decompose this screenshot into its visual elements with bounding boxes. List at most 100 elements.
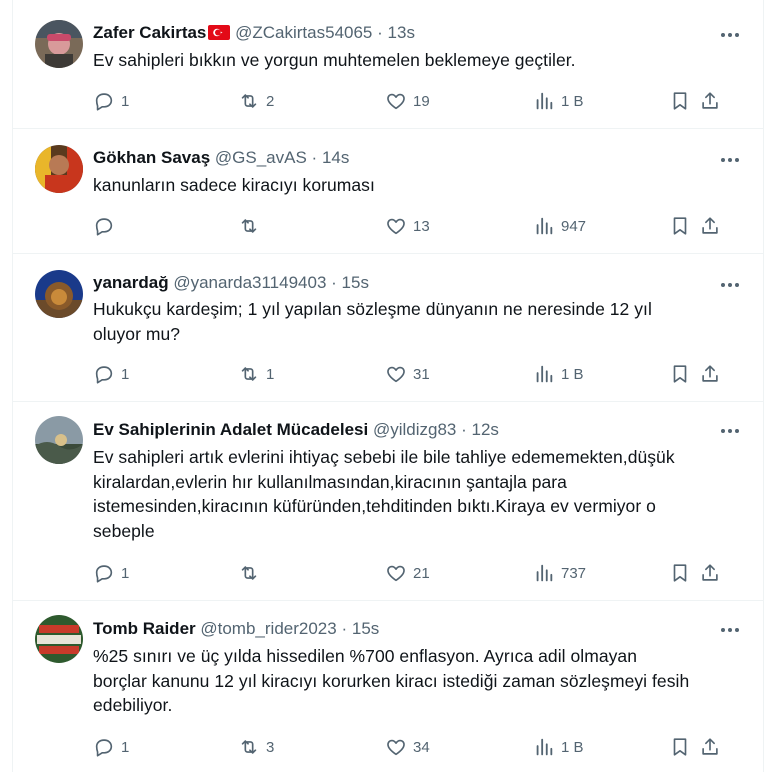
avatar-image — [35, 416, 83, 464]
tweet-text-line: oluyor mu? — [93, 323, 181, 344]
retweet-button[interactable]: 2 — [238, 89, 274, 113]
display-name[interactable]: Zafer Cakirtas — [93, 23, 206, 42]
separator-dot: · — [461, 420, 467, 439]
separator-dot: · — [311, 148, 318, 167]
bookmark-button[interactable] — [669, 561, 691, 585]
user-handle[interactable]: @GS_avAS — [215, 148, 307, 167]
bookmark-button[interactable] — [669, 735, 691, 759]
view-count: 1 B — [561, 92, 584, 110]
more-options-icon[interactable] — [719, 619, 741, 641]
like-button[interactable]: 13 — [385, 214, 430, 238]
reply-button[interactable]: 1 — [93, 735, 129, 759]
avatar[interactable] — [35, 615, 83, 663]
views-chart-icon — [536, 564, 553, 582]
reply-count: 1 — [121, 365, 130, 383]
avatar[interactable] — [35, 270, 83, 318]
retweet-icon — [241, 740, 257, 754]
display-name[interactable]: Gökhan Savaş — [93, 148, 210, 167]
share-button[interactable] — [699, 362, 721, 386]
user-handle[interactable]: @yanarda31149403 — [173, 273, 326, 292]
display-name[interactable]: yanardağ — [93, 273, 169, 292]
display-name[interactable]: Tomb Raider — [93, 619, 196, 638]
view-count: 1 B — [561, 365, 584, 383]
like-button[interactable]: 31 — [385, 362, 430, 386]
timestamp[interactable]: 12s — [472, 420, 499, 439]
share-icon — [702, 365, 718, 382]
tweet[interactable]: Zafer Cakirtas @ZCakirtas54065 · 13s Ev … — [13, 4, 763, 129]
share-button[interactable] — [699, 735, 721, 759]
views-button[interactable]: 1 B — [533, 362, 584, 386]
tweet[interactable]: yanardağ @yanarda31149403 · 15s Hukukçu … — [13, 254, 763, 402]
reply-button[interactable]: 1 — [93, 362, 129, 386]
reply-icon — [95, 739, 113, 757]
retweet-icon — [241, 367, 257, 381]
retweet-button[interactable]: 1 — [238, 362, 274, 386]
bookmark-icon — [673, 564, 687, 582]
tweet-text: %25 sınırı ve üç yılda hissedilen %700 e… — [93, 644, 733, 718]
like-button[interactable]: 21 — [385, 561, 430, 585]
more-options-icon[interactable] — [719, 274, 741, 296]
more-options-icon[interactable] — [719, 24, 741, 46]
more-options-icon[interactable] — [719, 149, 741, 171]
like-button[interactable]: 19 — [385, 89, 430, 113]
like-count: 13 — [413, 217, 430, 235]
share-button[interactable] — [699, 89, 721, 113]
tweet[interactable]: Ev Sahiplerinin Adalet Mücadelesi @yildi… — [13, 402, 763, 601]
reply-button[interactable] — [93, 214, 121, 238]
timestamp[interactable]: 13s — [388, 23, 415, 42]
separator-dot: · — [341, 619, 348, 638]
share-button[interactable] — [699, 214, 721, 238]
share-button[interactable] — [699, 561, 721, 585]
retweet-icon — [241, 566, 257, 580]
bookmark-button[interactable] — [669, 214, 691, 238]
like-count: 19 — [413, 92, 430, 110]
user-handle[interactable]: @yildizg83 — [373, 420, 456, 439]
avatar[interactable] — [35, 20, 83, 68]
reply-count: 1 — [121, 92, 130, 110]
share-icon — [702, 217, 718, 234]
views-button[interactable]: 1 B — [533, 89, 584, 113]
tweet-actions: 1 21 737 — [93, 561, 743, 585]
retweet-button[interactable] — [238, 561, 266, 585]
views-button[interactable]: 737 — [533, 561, 586, 585]
display-name[interactable]: Ev Sahiplerinin Adalet Mücadelesi — [93, 420, 368, 439]
reply-button[interactable]: 1 — [93, 89, 129, 113]
retweet-button[interactable]: 3 — [238, 735, 274, 759]
avatar-image — [35, 270, 83, 318]
bookmark-button[interactable] — [669, 362, 691, 386]
more-options-icon[interactable] — [719, 420, 741, 442]
retweet-button[interactable] — [238, 214, 266, 238]
share-icon — [702, 92, 718, 109]
tweet-text-line: istemesinden,kiracının küfüründen,tehdit… — [93, 496, 656, 516]
like-count: 34 — [413, 738, 430, 756]
user-handle[interactable]: @tomb_rider2023 — [200, 619, 336, 638]
like-button[interactable]: 34 — [385, 735, 430, 759]
tweet-text-line: edebiliyor. — [93, 695, 173, 715]
tweet-text-line: kanunların sadece kiracıyı koruması — [93, 175, 375, 195]
views-button[interactable]: 1 B — [533, 735, 584, 759]
view-count: 947 — [561, 217, 587, 235]
timestamp[interactable]: 15s — [342, 273, 369, 292]
avatar[interactable] — [35, 145, 83, 193]
tweet-text-line: Ev sahipleri bıkkın ve yorgun muhtemelen… — [93, 50, 576, 70]
tweet[interactable]: Tomb Raider @tomb_rider2023 · 15s %25 sı… — [13, 601, 763, 772]
heart-icon — [387, 218, 405, 235]
tweet[interactable]: Gökhan Savaş @GS_avAS · 14s kanunların s… — [13, 129, 763, 254]
tweet-actions: 1 3 34 1 B — [93, 735, 743, 759]
reply-button[interactable]: 1 — [93, 561, 129, 585]
user-handle[interactable]: @ZCakirtas54065 — [235, 23, 372, 42]
avatar[interactable] — [35, 416, 83, 464]
timestamp[interactable]: 14s — [322, 148, 349, 167]
timestamp[interactable]: 15s — [352, 619, 379, 638]
heart-icon — [387, 565, 405, 582]
bookmark-button[interactable] — [669, 89, 691, 113]
avatar-image — [35, 145, 83, 193]
tweet-text: Ev sahipleri bıkkın ve yorgun muhtemelen… — [93, 48, 733, 73]
bookmark-icon — [673, 92, 687, 110]
tweet-text-line: %25 sınırı ve üç yılda hissedilen %700 e… — [93, 646, 637, 666]
like-count: 21 — [413, 564, 430, 582]
tweet-text: kanunların sadece kiracıyı koruması — [93, 173, 733, 198]
avatar-image — [35, 20, 83, 68]
tweet-text: Hukukçu kardeşim; 1 yıl yapılan sözleşme… — [93, 297, 733, 346]
views-button[interactable]: 947 — [533, 214, 586, 238]
